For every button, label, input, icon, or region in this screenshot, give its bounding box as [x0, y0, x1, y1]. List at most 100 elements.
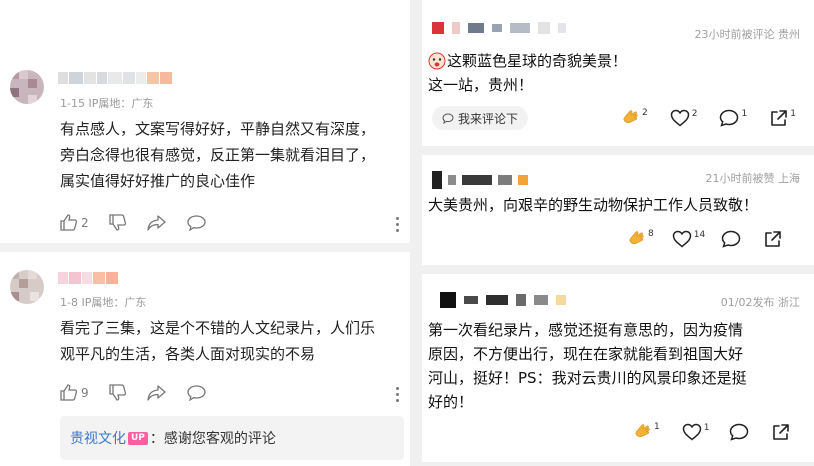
reply-button[interactable]: [186, 384, 206, 401]
comment-time-location: 01/02发布 浙江: [720, 296, 800, 309]
comment-text: 有点感人，文案写得好好，平静自然又有深度， 旁白念得也很有感觉，反正第一集就看泪…: [60, 116, 375, 194]
comment-bubble-icon: [186, 384, 206, 401]
thumbs-up-icon: [60, 384, 78, 401]
comment-line: 有点感人，文案写得好好，平静自然又有深度，: [60, 120, 376, 138]
comment-bubble-icon: [721, 230, 741, 248]
clap-hand-icon: [629, 231, 644, 244]
comment-count: 1: [741, 109, 748, 119]
thumbs-down-icon: [108, 384, 126, 401]
clap-button[interactable]: 8: [628, 229, 654, 249]
comment-line: 观平凡的生活，各类人面对现实的不易: [60, 345, 316, 363]
heart-icon: [670, 109, 689, 127]
right-comment-panel: 23小时前被评论 贵州 这颗蓝色星球的奇貌美景！ 这一站，贵州！ 我来评论下 2: [410, 0, 814, 466]
comment-bubble-icon: [720, 109, 739, 127]
more-options-icon[interactable]: [396, 217, 400, 235]
comment-divider: [0, 243, 410, 252]
heart-count: 14: [693, 230, 706, 240]
reply-author[interactable]: 贵视文化: [70, 428, 126, 448]
comment-text: 大美贵州，向艰辛的野生动物保护工作人员致敬！: [428, 193, 758, 217]
comment-text: 看完了三集，这是个不错的人文纪录片，人们乐 观平凡的生活，各类人面对现实的不易: [60, 315, 375, 367]
comment-text: 这颗蓝色星球的奇貌美景！ 这一站，贵州！: [428, 49, 627, 97]
comment-actions: 9: [60, 384, 206, 401]
comment-bubble-icon: [730, 423, 749, 441]
clap-count: 1: [654, 422, 660, 432]
post-actions: 2 2 1 1: [622, 108, 796, 128]
clap-button[interactable]: 1: [634, 422, 660, 442]
share-arrow-icon: [146, 384, 166, 401]
comment-line: 这一站，贵州！: [428, 76, 534, 94]
clap-hand-icon: [635, 424, 650, 437]
comment-line: 第一次看纪录片，感觉还挺有意思的，因为疫情: [428, 321, 744, 339]
blurred-username[interactable]: [58, 72, 172, 84]
comment-line: 大美贵州，向艰辛的野生动物保护工作人员致敬！: [428, 196, 759, 214]
share-icon: [773, 424, 790, 440]
up-badge: UP: [128, 431, 148, 445]
comment-card: 21小时前被赞 上海 大美贵州，向艰辛的野生动物保护工作人员致敬！ 8 14: [422, 155, 814, 265]
heart-icon: [672, 230, 691, 248]
heart-button[interactable]: 14: [672, 230, 705, 248]
comment-line: 河山，挺好！PS：我对云贵川的风景印象还是挺: [428, 369, 747, 387]
heart-icon: [682, 423, 701, 441]
clap-count: 8: [648, 229, 654, 239]
share-button[interactable]: [146, 214, 167, 231]
blurred-username[interactable]: [432, 171, 528, 189]
dislike-button[interactable]: [108, 384, 127, 401]
comment-meta: 1-15 IP属地：广东: [60, 97, 154, 110]
share-arrow-icon: [146, 214, 166, 231]
blurred-username[interactable]: [58, 272, 118, 284]
reply-text: ：感谢您客观的评论: [149, 431, 276, 447]
share-icon: [765, 231, 781, 247]
like-button[interactable]: 9: [60, 384, 89, 401]
reply-button[interactable]: [186, 214, 206, 231]
comment-button[interactable]: [729, 423, 749, 441]
left-comment-panel: 1-15 IP属地：广东 有点感人，文案写得好好，平静自然又有深度， 旁白念得也…: [0, 0, 410, 466]
cry-emoji-icon: [428, 52, 446, 70]
post-actions: 1 1: [634, 422, 790, 442]
blurred-username[interactable]: [432, 22, 566, 34]
share-icon: [771, 110, 788, 126]
comment-line: 好的！: [428, 393, 474, 411]
like-count: 2: [81, 215, 89, 230]
heart-button[interactable]: 1: [682, 423, 710, 441]
comment-bubble-icon: [186, 214, 206, 231]
heart-count: 2: [691, 109, 698, 119]
comment-button[interactable]: [721, 230, 741, 248]
comment-time-location: 23小时前被评论 贵州: [694, 28, 801, 41]
comment-line: 看完了三集，这是个不错的人文纪录片，人们乐: [60, 319, 376, 337]
avatar[interactable]: [10, 270, 44, 304]
clap-count: 2: [642, 108, 648, 118]
comment-line: 这颗蓝色星球的奇貌美景！: [447, 52, 628, 70]
dislike-button[interactable]: [108, 214, 127, 231]
comment-card: 01/02发布 浙江 第一次看纪录片，感觉还挺有意思的，因为疫情 原因，不方便出…: [422, 274, 814, 462]
heart-button[interactable]: 2: [670, 109, 698, 127]
author-reply[interactable]: 贵视文化 UP ：感谢您客观的评论: [60, 416, 404, 460]
clap-button[interactable]: 2: [622, 108, 648, 128]
chip-label: 我来评论下: [458, 111, 519, 126]
comment-meta: 1-8 IP属地：广东: [60, 296, 147, 309]
thumbs-up-icon: [60, 214, 78, 231]
comment-line: 属实值得好好推广的良心佳作: [60, 172, 256, 190]
comment-text: 第一次看纪录片，感觉还挺有意思的，因为疫情 原因，不方便出行，现在在家就能看到祖…: [428, 318, 747, 414]
comment-line: 原因，不方便出行，现在在家就能看到祖国大好: [428, 345, 744, 363]
heart-count: 1: [703, 423, 710, 433]
share-count: 1: [790, 109, 796, 119]
thumbs-down-icon: [108, 214, 126, 231]
post-actions: 8 14: [628, 229, 782, 249]
comment-bubble-icon: [442, 112, 454, 124]
comment-card: 23小时前被评论 贵州 这颗蓝色星球的奇貌美景！ 这一站，贵州！ 我来评论下 2: [422, 0, 814, 146]
share-button[interactable]: 1: [769, 109, 796, 127]
comment-actions: 2: [60, 214, 206, 231]
avatar[interactable]: [10, 70, 44, 104]
comment-line: 旁白念得也很有感觉，反正第一集就看泪目了，: [60, 146, 376, 164]
like-count: 9: [81, 385, 89, 400]
write-comment-button[interactable]: 我来评论下: [432, 106, 529, 130]
share-button[interactable]: [146, 384, 167, 401]
more-options-icon[interactable]: [396, 387, 400, 405]
comment-button[interactable]: 1: [719, 109, 747, 127]
blurred-username[interactable]: [440, 292, 566, 308]
like-button[interactable]: 2: [60, 214, 89, 231]
share-button[interactable]: [771, 423, 790, 441]
share-button[interactable]: [763, 230, 782, 248]
comment-time-location: 21小时前被赞 上海: [705, 172, 801, 185]
clap-hand-icon: [623, 110, 638, 123]
